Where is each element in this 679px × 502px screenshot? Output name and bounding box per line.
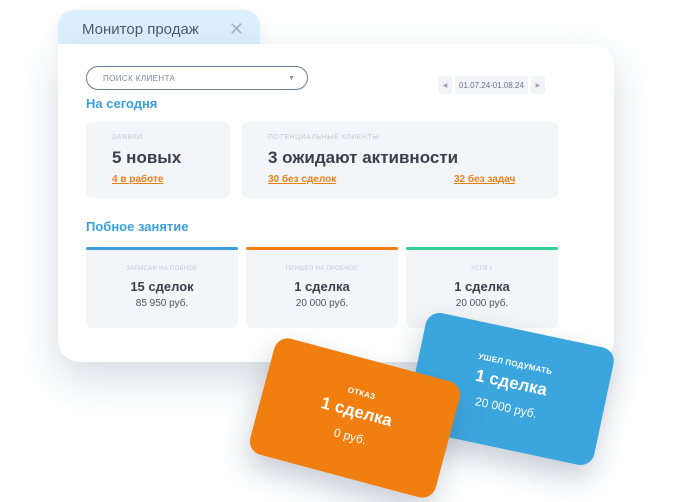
stage-card-signed[interactable]: ЗАПИСАН НА ПОБНОЕ 15 сделок 85 950 руб. <box>86 247 238 328</box>
requests-label: ЗАЯВКИ <box>112 134 143 141</box>
stage-label: УСПЕХ <box>471 266 493 272</box>
prev-period-button[interactable]: ◀ <box>438 76 452 94</box>
stage-label: ЗАПИСАН НА ПОБНОЕ <box>126 266 198 272</box>
stage-count: 15 сделок <box>130 279 194 294</box>
stage-count: 1 сделка <box>294 279 350 294</box>
stage-count: 1 сделка <box>454 279 510 294</box>
window-title: Монитор продаж <box>82 21 199 38</box>
close-icon[interactable]: ✕ <box>229 19 244 40</box>
requests-value: 5 новых <box>112 148 182 167</box>
stage-label: ПРИШЕЛ НА ПРОБНОЕ <box>285 266 359 272</box>
stage-bar <box>406 247 558 250</box>
stage-sum: 20 000 руб. <box>295 298 349 309</box>
stage-sum: 20 000 руб. <box>455 298 509 309</box>
sales-monitor-panel: ПОИСК КЛИЕНТА ▼ ◀ 01.07.24-01.08.24 ▶ На… <box>58 44 614 362</box>
stage-bar <box>246 247 398 250</box>
date-range-picker: ◀ 01.07.24-01.08.24 ▶ <box>438 76 545 94</box>
requests-in-work-link[interactable]: 4 в работе <box>112 174 163 185</box>
no-deals-link[interactable]: 30 без сделок <box>268 174 336 185</box>
date-range-text[interactable]: 01.07.24-01.08.24 <box>455 76 528 94</box>
client-search-select[interactable]: ПОИСК КЛИЕНТА ▼ <box>86 66 308 90</box>
potential-clients-card: ПОТЕНЦИАЛЬНЫЕ КЛИЕНТЫ 3 ожидают активнос… <box>242 122 558 198</box>
potential-label: ПОТЕНЦИАЛЬНЫЕ КЛИЕНТЫ <box>268 134 379 141</box>
chevron-down-icon: ▼ <box>288 74 295 82</box>
potential-value: 3 ожидают активности <box>268 148 459 167</box>
stage-sum: 85 950 руб. <box>135 298 189 309</box>
trial-title: Побное занятие <box>86 219 189 234</box>
stage-card-attended[interactable]: ПРИШЕЛ НА ПРОБНОЕ 1 сделка 20 000 руб. <box>246 247 398 328</box>
no-tasks-link[interactable]: 32 без задач <box>454 174 515 185</box>
next-period-button[interactable]: ▶ <box>530 76 545 94</box>
search-placeholder: ПОИСК КЛИЕНТА <box>103 73 176 83</box>
today-title: На сегодня <box>86 96 158 111</box>
stage-bar <box>86 247 238 250</box>
requests-card: ЗАЯВКИ 5 новых 4 в работе <box>86 122 230 198</box>
